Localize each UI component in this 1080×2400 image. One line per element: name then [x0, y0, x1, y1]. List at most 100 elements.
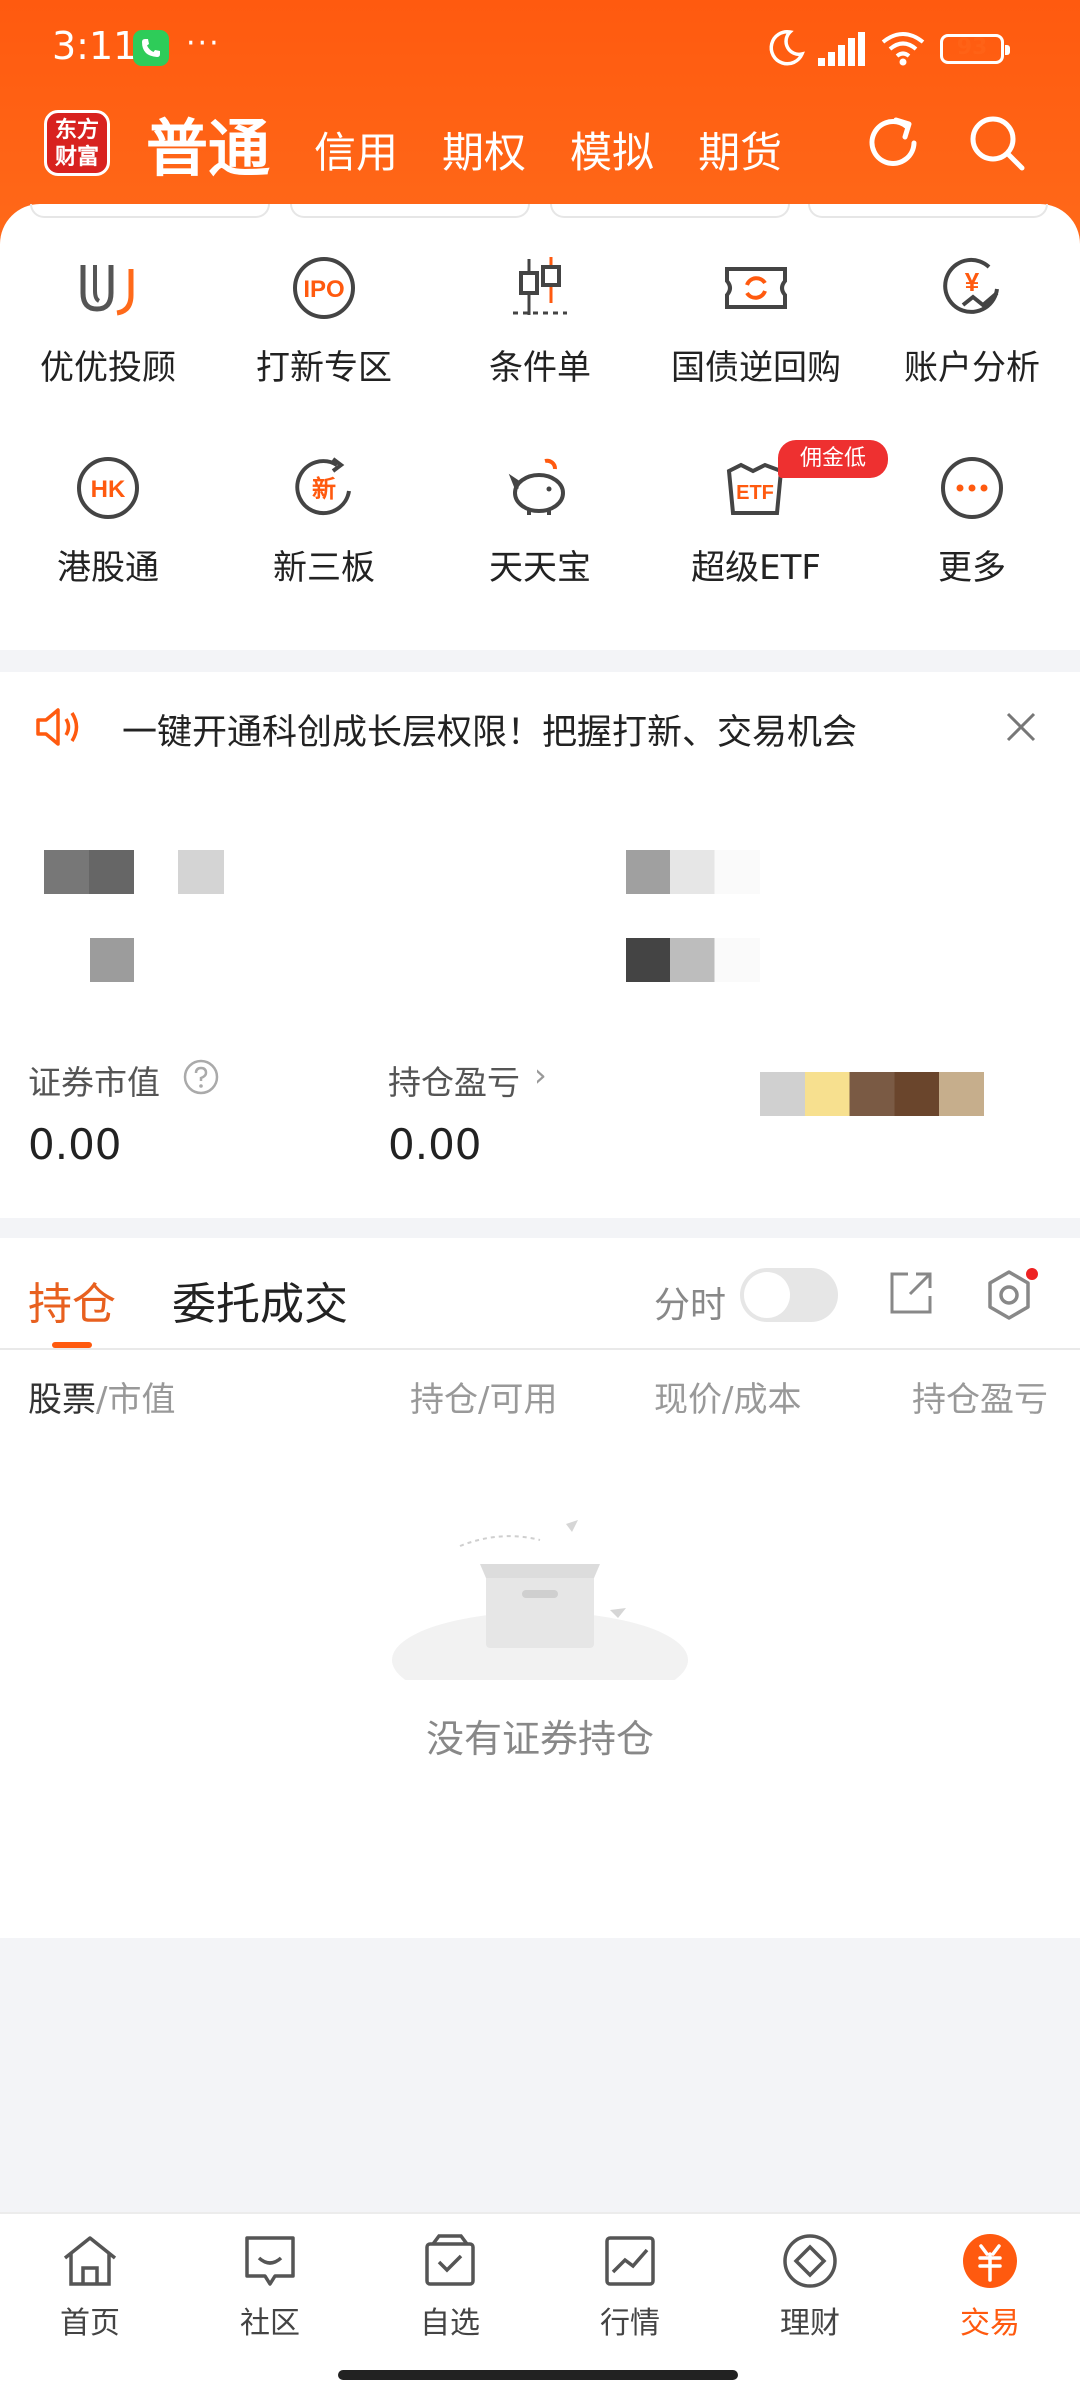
grid-label: 账户分析 [904, 348, 1040, 388]
ipo-icon: IPO [286, 250, 362, 326]
positions-panel: 持仓 委托成交 分时 股票/市值 持仓/可用 现价/成本 持仓盈亏 没有证券持仓 [0, 1238, 1080, 1938]
search-icon[interactable] [966, 112, 1028, 174]
share-icon[interactable] [886, 1268, 936, 1318]
svg-text:IPO: IPO [303, 276, 344, 303]
svg-text:ETF: ETF [736, 482, 774, 504]
watchlist-icon [425, 2234, 475, 2286]
grid-item-repo[interactable]: 国债逆回购 [648, 250, 864, 450]
carousel-peek-edges [0, 204, 1080, 220]
empty-state-text: 没有证券持仓 [425, 1717, 654, 1761]
grid-item-youyou[interactable]: 优优投顾 [0, 250, 216, 450]
grid-label: 新三板 [273, 548, 375, 588]
battery-icon: 93 [940, 34, 1010, 64]
grid-label: 超级ETF [691, 548, 821, 588]
tab-putong[interactable]: 普通 [146, 98, 270, 200]
call-icon [133, 30, 169, 66]
svg-text:HK: HK [91, 476, 126, 503]
col-stock[interactable]: 股票/市值 [28, 1372, 175, 1421]
wifi-icon [881, 32, 925, 66]
xin-icon: 新 [286, 450, 362, 526]
grid-item-neeq[interactable]: 新 新三板 [216, 450, 432, 650]
notification-more-icon: ··· [186, 26, 221, 61]
announcement-text: 一键开通科创成长层权限！把握打新、交易机会 [122, 713, 858, 753]
grid-label: 打新专区 [256, 348, 392, 388]
refresh-icon[interactable] [862, 112, 924, 174]
pnl-value: 0.00 [388, 1120, 482, 1169]
piggy-bank-icon [502, 450, 578, 526]
tab-orders[interactable]: 委托成交 [172, 1268, 348, 1332]
grid-label: 天天宝 [489, 548, 591, 588]
col-hold[interactable]: 持仓/可用 [410, 1372, 557, 1421]
candlestick-icon [502, 250, 578, 326]
tab-xinyong[interactable]: 信用 [314, 119, 398, 200]
youyou-icon [70, 250, 146, 326]
nav-market[interactable]: 行情 [540, 2232, 720, 2342]
svg-text:新: 新 [312, 475, 336, 503]
moon-icon [769, 30, 805, 66]
repo-ticket-icon [718, 250, 794, 326]
col-price[interactable]: 现价/成本 [654, 1372, 801, 1421]
chevron-right-icon: › [534, 1056, 547, 1094]
wealth-icon [783, 2234, 837, 2288]
tab-moni[interactable]: 模拟 [570, 119, 654, 200]
grid-item-tiantianbao[interactable]: 天天宝 [432, 450, 648, 650]
nav-label: 行情 [600, 2306, 660, 2341]
grid-item-super-etf[interactable]: ETF 超级ETF 佣金低 [648, 440, 888, 650]
quick-entry-grid: 优优投顾 IPO 打新专区 条件单 国债逆回购 ¥ 账户分析 HK 港股通 新 … [0, 250, 1080, 650]
nav-wealth[interactable]: 理财 [720, 2232, 900, 2342]
market-value-label: 证券市值 [28, 1063, 160, 1102]
fenshi-toggle[interactable] [740, 1268, 838, 1322]
tab-qiquan[interactable]: 期权 [442, 119, 526, 200]
close-icon[interactable] [1002, 708, 1040, 746]
grid-item-condition-order[interactable]: 条件单 [432, 250, 648, 450]
hk-icon: HK [70, 450, 146, 526]
col-pnl[interactable]: 持仓盈亏 [912, 1372, 1052, 1421]
nav-label: 自选 [420, 2306, 480, 2341]
home-indicator [338, 2370, 738, 2380]
grid-label: 条件单 [489, 348, 591, 388]
tab-qihuo[interactable]: 期货 [698, 119, 782, 200]
nav-home[interactable]: 首页 [0, 2232, 180, 2342]
masked-block [90, 938, 134, 982]
announcement-bar[interactable]: 一键开通科创成长层权限！把握打新、交易机会 [0, 672, 1080, 782]
pnl-label[interactable]: 持仓盈亏 [388, 1056, 520, 1104]
nav-label: 首页 [60, 2306, 120, 2341]
signal-icon [818, 32, 865, 66]
home-icon [63, 2236, 117, 2286]
svg-text:¥: ¥ [965, 267, 980, 297]
grid-label: 更多 [938, 548, 1006, 588]
divider [0, 1348, 1080, 1350]
trade-icon [963, 2234, 1017, 2288]
nav-label: 理财 [780, 2306, 840, 2341]
grid-item-more[interactable]: 更多 [864, 450, 1080, 650]
battery-level: 93 [956, 35, 988, 60]
market-value: 0.00 [28, 1120, 122, 1169]
nav-community[interactable]: 社区 [180, 2232, 360, 2342]
grid-item-account-analysis[interactable]: ¥ 账户分析 [864, 250, 1080, 450]
fenshi-label: 分时 [654, 1285, 727, 1326]
settings-badge-dot [1026, 1268, 1038, 1280]
account-summary: 证券市值 0.00 持仓盈亏 › 0.00 [0, 782, 1080, 1218]
grid-item-ipo[interactable]: IPO 打新专区 [216, 250, 432, 450]
nav-trade[interactable]: 交易 [900, 2232, 1080, 2342]
status-bar: 3:11 ··· 93 [0, 0, 1080, 100]
account-type-tabs: 普通 信用 期权 模拟 期货 [146, 100, 826, 200]
masked-block [178, 850, 224, 894]
grid-label: 港股通 [57, 548, 159, 588]
community-icon [245, 2236, 295, 2286]
market-icon [605, 2236, 655, 2286]
nav-label: 社区 [240, 2306, 300, 2341]
empty-box-icon [392, 1520, 688, 1680]
nav-watchlist[interactable]: 自选 [360, 2232, 540, 2342]
yuan-analysis-icon: ¥ [934, 250, 1010, 326]
masked-block [626, 850, 760, 894]
tab-holdings[interactable]: 持仓 [28, 1268, 116, 1332]
grid-label: 国债逆回购 [671, 348, 841, 388]
grid-label: 优优投顾 [40, 348, 176, 388]
speaker-icon [36, 708, 79, 746]
grid-item-hk-connect[interactable]: HK 港股通 [0, 450, 216, 650]
help-icon[interactable] [182, 1058, 220, 1096]
nav-label: 交易 [960, 2306, 1020, 2341]
masked-block [760, 1072, 984, 1116]
app-logo[interactable]: 东方 财富 [44, 110, 110, 176]
